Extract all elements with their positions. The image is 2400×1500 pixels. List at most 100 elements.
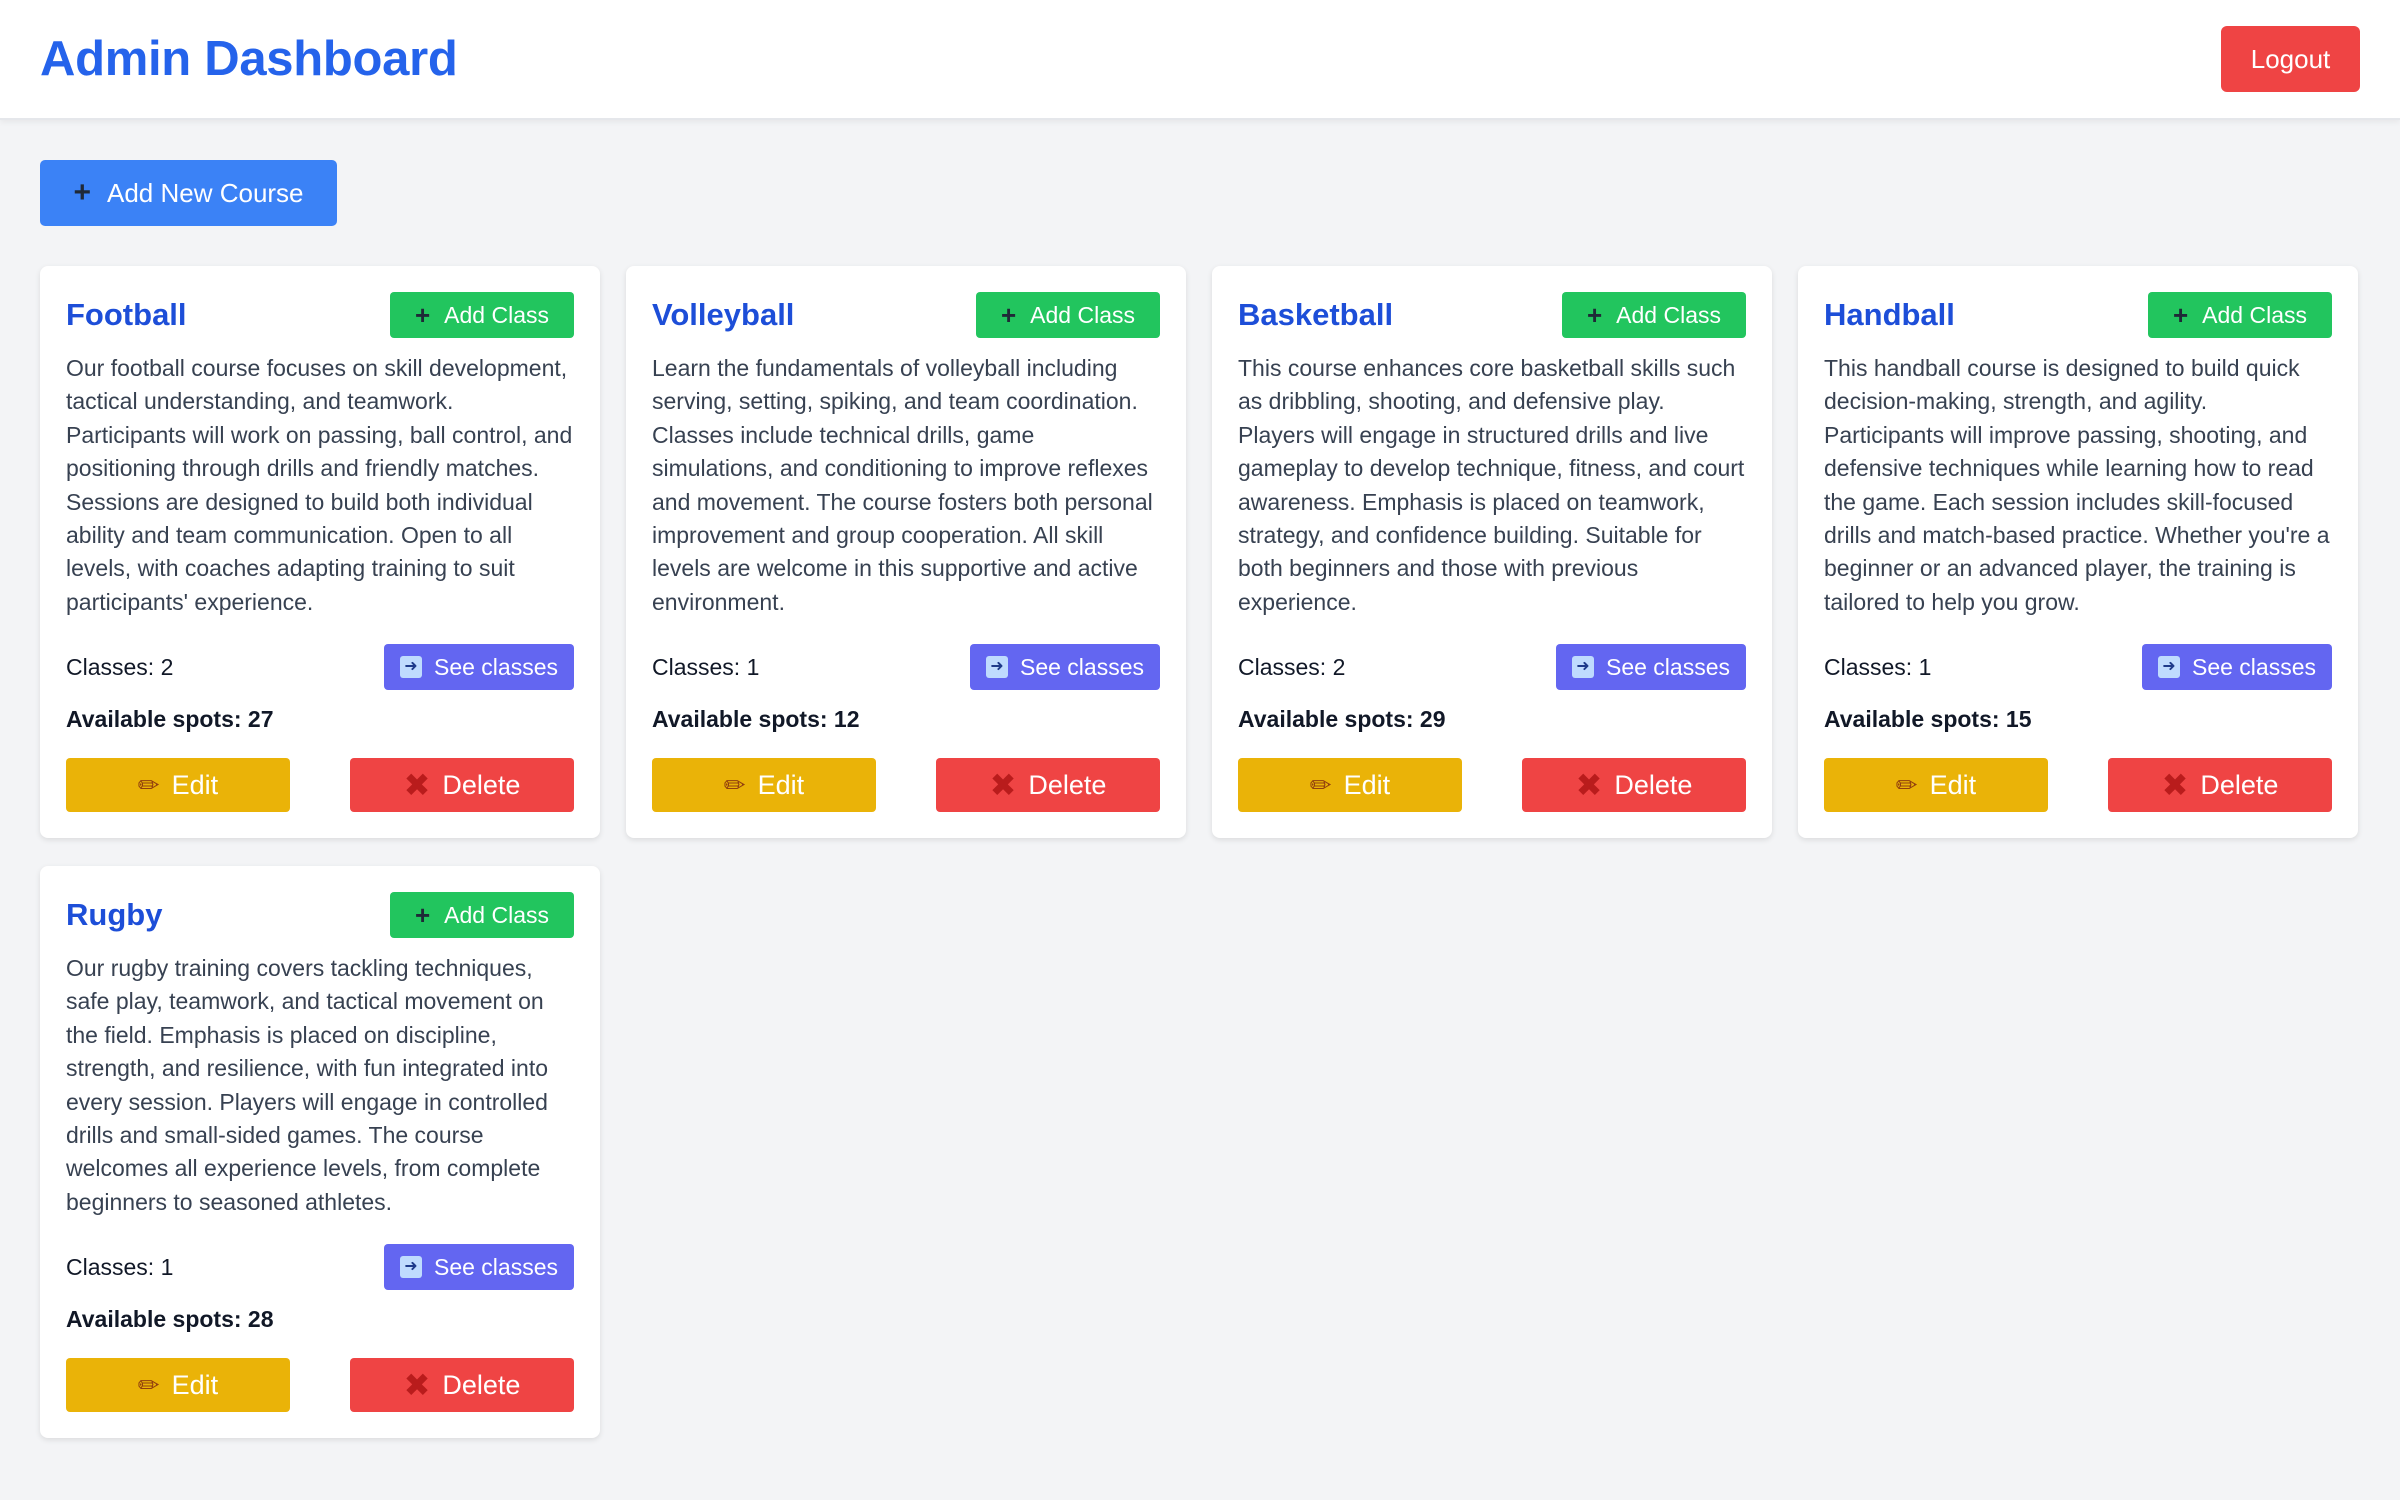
add-class-button[interactable]: + Add Class <box>976 292 1160 338</box>
see-classes-button[interactable]: ➜ See classes <box>1556 644 1746 690</box>
x-icon: ✖ <box>989 767 1017 803</box>
page-title: Admin Dashboard <box>40 32 458 86</box>
course-card-header: Handball + Add Class <box>1824 292 2332 338</box>
x-icon: ✖ <box>1575 767 1603 803</box>
plus-icon: + <box>1000 300 1017 330</box>
add-class-label: Add Class <box>2202 301 2307 328</box>
classes-count: Classes: 1 <box>652 653 760 680</box>
arrow-right-icon: ➜ <box>985 656 1008 678</box>
edit-button[interactable]: ✏ Edit <box>66 1358 290 1412</box>
plus-icon: + <box>2172 300 2189 330</box>
course-stats-row: Classes: 1 ➜ See classes <box>1824 644 2332 690</box>
x-icon: ✖ <box>2161 767 2189 803</box>
delete-button[interactable]: ✖ Delete <box>350 758 574 812</box>
arrow-right-icon: ➜ <box>399 656 422 678</box>
course-card-header: Football + Add Class <box>66 292 574 338</box>
classes-count: Classes: 2 <box>1238 653 1346 680</box>
logout-button[interactable]: Logout <box>2221 26 2360 92</box>
edit-button[interactable]: ✏ Edit <box>66 758 290 812</box>
add-class-button[interactable]: + Add Class <box>2148 292 2332 338</box>
course-actions: ✏ Edit ✖ Delete <box>1824 758 2332 812</box>
plus-icon: + <box>414 300 431 330</box>
plus-icon: + <box>73 176 91 209</box>
add-new-course-label: Add New Course <box>106 177 304 208</box>
course-actions: ✏ Edit ✖ Delete <box>66 1358 574 1412</box>
course-description: This handball course is designed to buil… <box>1824 355 2330 615</box>
edit-label: Edit <box>171 1369 219 1400</box>
classes-count: Classes: 1 <box>66 1253 174 1280</box>
edit-button[interactable]: ✏ Edit <box>1824 758 2048 812</box>
plus-icon: + <box>1586 300 1603 330</box>
course-actions: ✏ Edit ✖ Delete <box>1238 758 1746 812</box>
edit-button[interactable]: ✏ Edit <box>652 758 876 812</box>
course-card: Rugby + Add Class Our rugby training cov… <box>40 866 600 1438</box>
edit-label: Edit <box>757 769 805 800</box>
course-card: Handball + Add Class This handball cours… <box>1798 266 2358 838</box>
see-classes-label: See classes <box>1605 653 1730 680</box>
arrow-right-icon: ➜ <box>2157 656 2180 678</box>
see-classes-label: See classes <box>433 1253 558 1280</box>
delete-button[interactable]: ✖ Delete <box>350 1358 574 1412</box>
pencil-icon: ✏ <box>723 769 746 800</box>
edit-label: Edit <box>1343 769 1391 800</box>
course-title: Rugby <box>66 897 163 932</box>
course-description: Our football course focuses on skill dev… <box>66 355 573 615</box>
edit-button[interactable]: ✏ Edit <box>1238 758 1462 812</box>
x-icon: ✖ <box>403 767 431 803</box>
pencil-icon: ✏ <box>137 769 160 800</box>
add-class-label: Add Class <box>1030 301 1135 328</box>
delete-button[interactable]: ✖ Delete <box>936 758 1160 812</box>
add-class-label: Add Class <box>444 301 549 328</box>
course-description: Learn the fundamentals of volleyball inc… <box>652 355 1153 615</box>
course-card: Basketball + Add Class This course enhan… <box>1212 266 1772 838</box>
arrow-right-icon: ➜ <box>399 1256 422 1278</box>
top-bar: Admin Dashboard Logout <box>0 0 2400 120</box>
available-spots: Available spots: 15 <box>1824 706 2032 732</box>
edit-label: Edit <box>171 769 219 800</box>
arrow-right-icon: ➜ <box>1571 656 1594 678</box>
course-title: Basketball <box>1238 297 1394 332</box>
see-classes-label: See classes <box>433 653 558 680</box>
course-stats-row: Classes: 1 ➜ See classes <box>66 1244 574 1290</box>
pencil-icon: ✏ <box>137 1369 160 1400</box>
course-stats-row: Classes: 2 ➜ See classes <box>1238 644 1746 690</box>
course-card: Football + Add Class Our football course… <box>40 266 600 838</box>
course-stats-row: Classes: 1 ➜ See classes <box>652 644 1160 690</box>
delete-button[interactable]: ✖ Delete <box>2108 758 2332 812</box>
available-spots: Available spots: 29 <box>1238 706 1446 732</box>
see-classes-button[interactable]: ➜ See classes <box>2142 644 2332 690</box>
course-actions: ✏ Edit ✖ Delete <box>66 758 574 812</box>
course-card-header: Basketball + Add Class <box>1238 292 1746 338</box>
classes-count: Classes: 1 <box>1824 653 1932 680</box>
delete-label: Delete <box>442 769 521 800</box>
course-stats-row: Classes: 2 ➜ See classes <box>66 644 574 690</box>
see-classes-label: See classes <box>1019 653 1144 680</box>
pencil-icon: ✏ <box>1309 769 1332 800</box>
course-description: Our rugby training covers tackling techn… <box>66 955 549 1215</box>
available-spots: Available spots: 27 <box>66 706 274 732</box>
add-class-button[interactable]: + Add Class <box>390 292 574 338</box>
course-title: Handball <box>1824 297 1955 332</box>
course-description: This course enhances core basketball ski… <box>1238 355 1745 615</box>
available-spots: Available spots: 12 <box>652 706 860 732</box>
see-classes-button[interactable]: ➜ See classes <box>384 644 574 690</box>
course-card: Volleyball + Add Class Learn the fundame… <box>626 266 1186 838</box>
see-classes-button[interactable]: ➜ See classes <box>384 1244 574 1290</box>
course-actions: ✏ Edit ✖ Delete <box>652 758 1160 812</box>
main-content: + Add New Course Football + Add Class Ou… <box>0 120 2400 1438</box>
pencil-icon: ✏ <box>1895 769 1918 800</box>
add-class-button[interactable]: + Add Class <box>390 892 574 938</box>
see-classes-button[interactable]: ➜ See classes <box>970 644 1160 690</box>
see-classes-label: See classes <box>2191 653 2316 680</box>
add-class-button[interactable]: + Add Class <box>1562 292 1746 338</box>
course-card-header: Rugby + Add Class <box>66 892 574 938</box>
course-title: Volleyball <box>652 297 795 332</box>
available-spots: Available spots: 28 <box>66 1306 274 1332</box>
plus-icon: + <box>414 900 431 930</box>
delete-label: Delete <box>1614 769 1693 800</box>
delete-button[interactable]: ✖ Delete <box>1522 758 1746 812</box>
edit-label: Edit <box>1929 769 1977 800</box>
add-class-label: Add Class <box>444 901 549 928</box>
course-title: Football <box>66 297 187 332</box>
add-new-course-button[interactable]: + Add New Course <box>40 160 337 226</box>
